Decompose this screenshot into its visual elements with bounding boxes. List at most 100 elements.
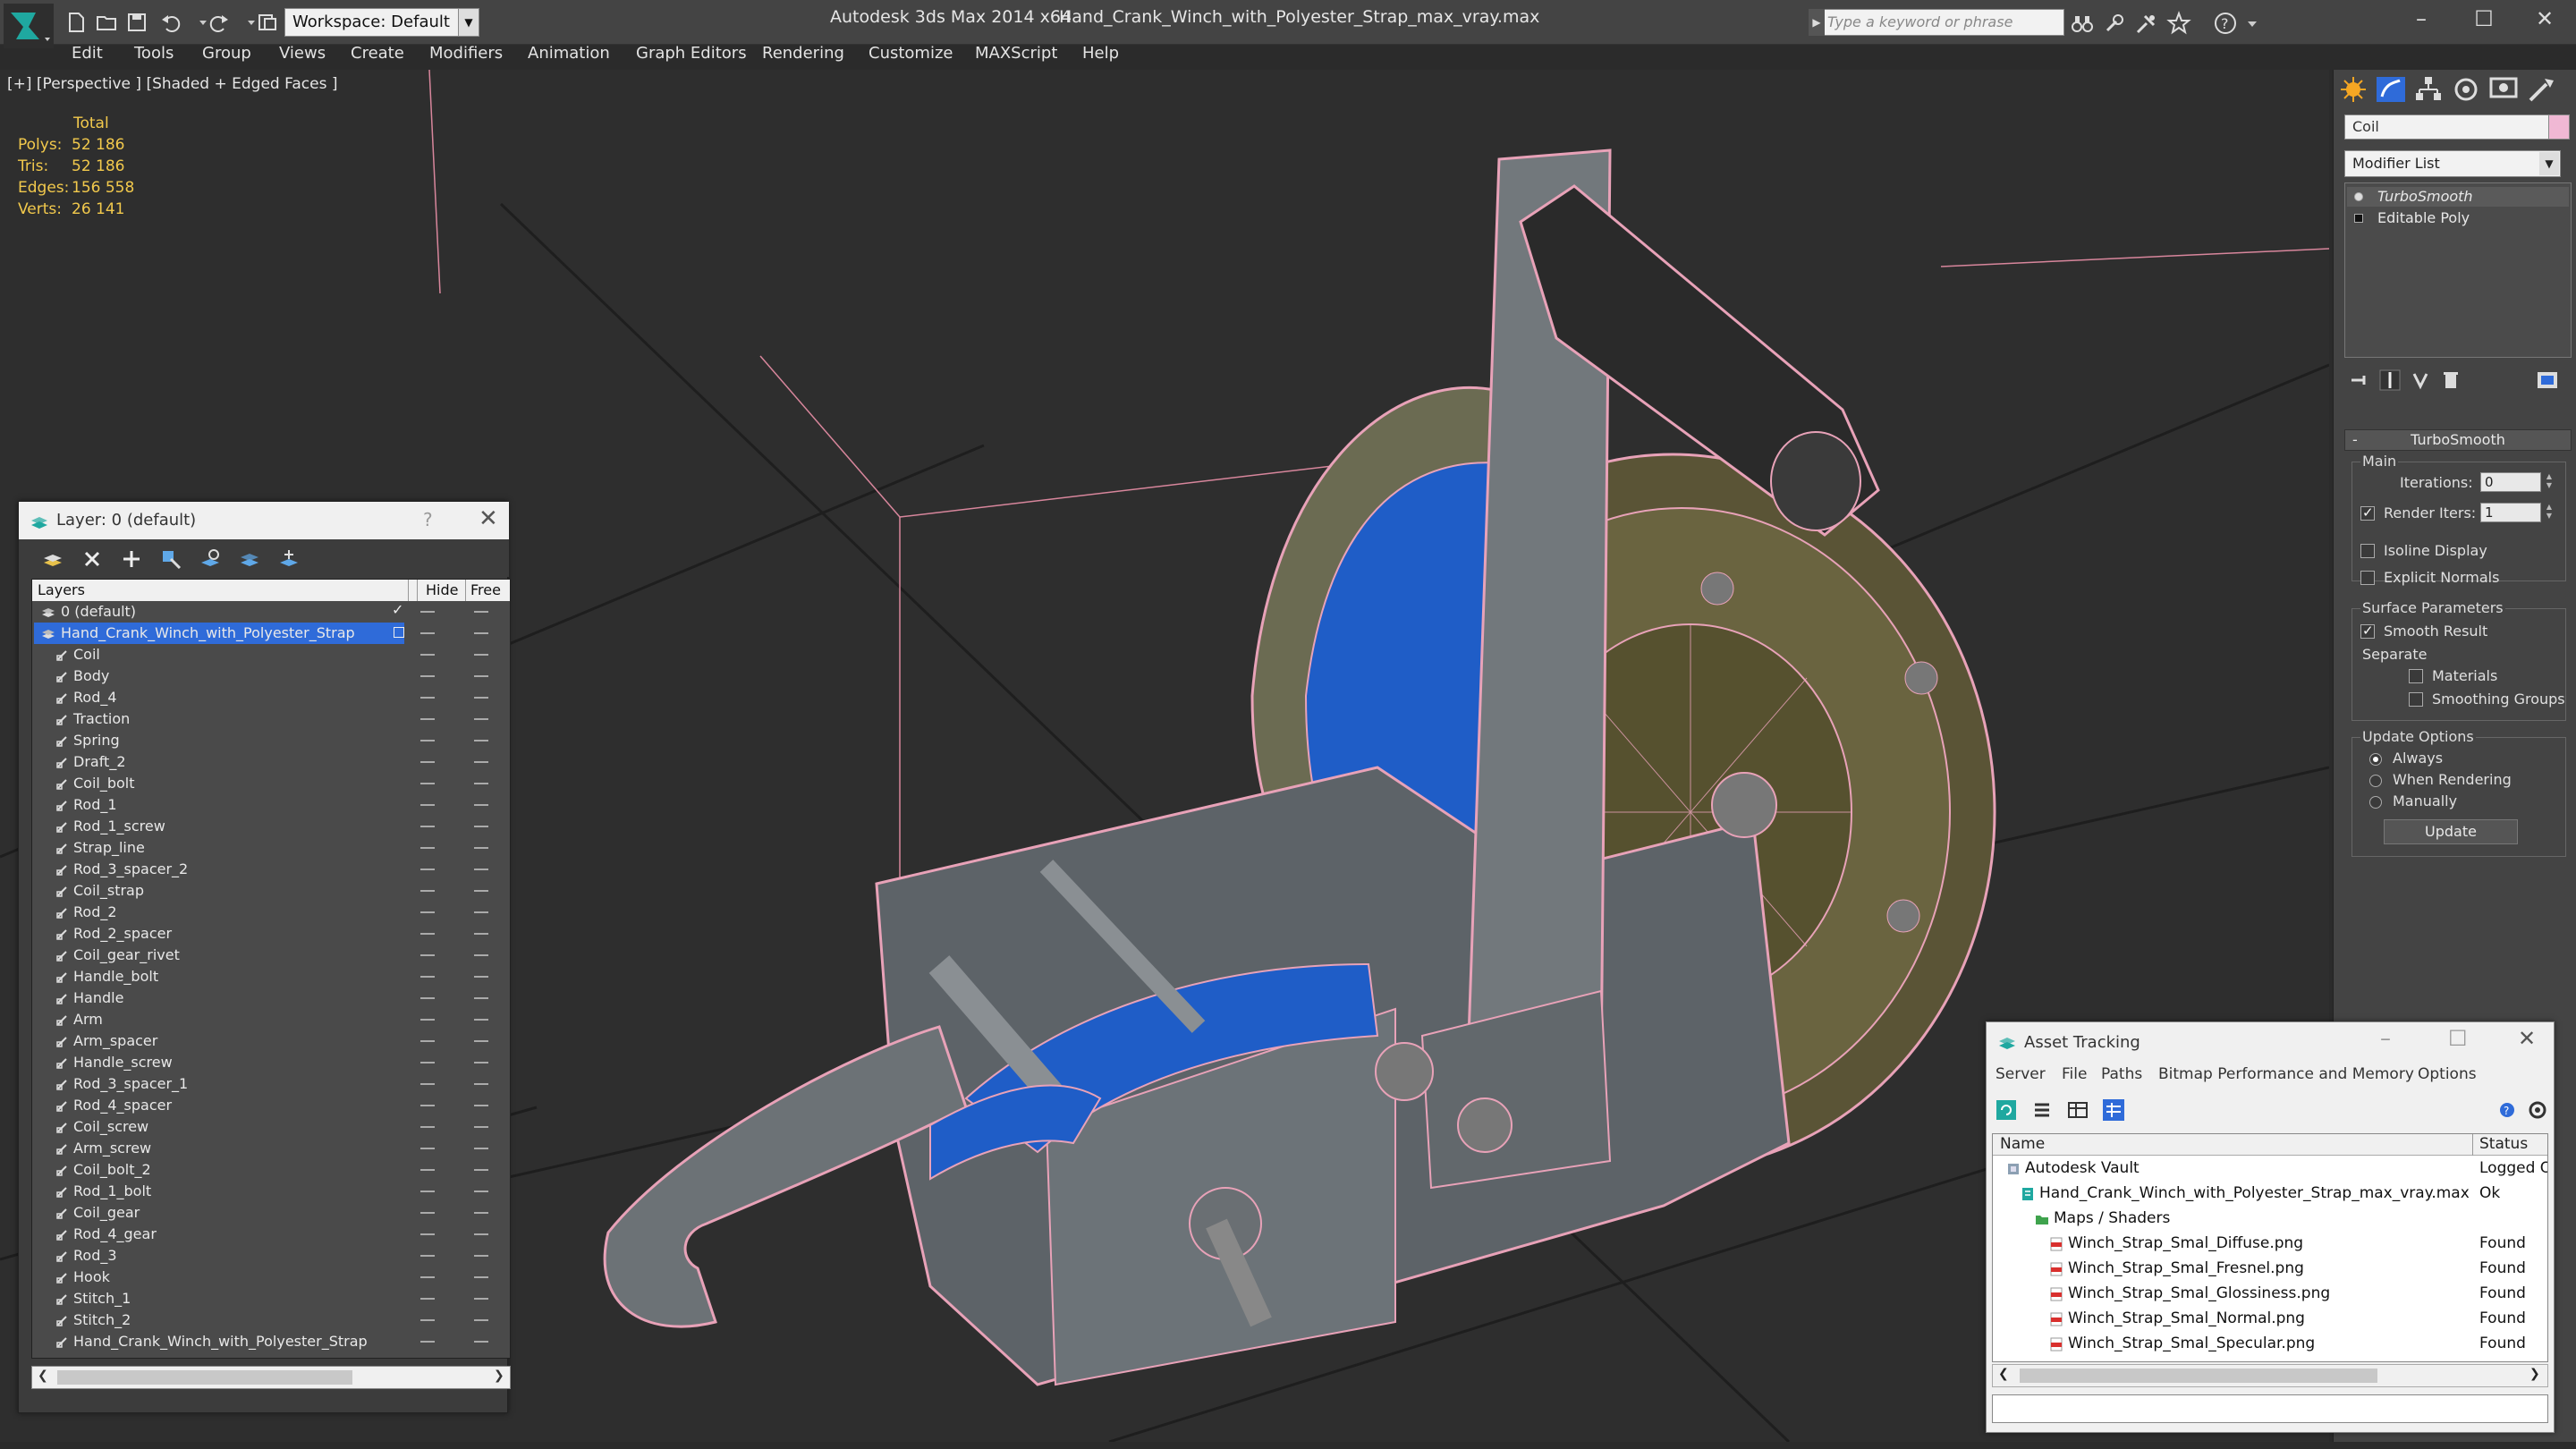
scrollbar-thumb[interactable] [57,1370,352,1385]
layer-object-row[interactable]: Draft_2 [32,751,510,773]
layer-object-row[interactable]: Rod_4_gear [32,1224,510,1245]
render-iters-checkbox[interactable] [2360,504,2375,521]
freeze-toggle[interactable] [474,911,488,913]
add-to-layer-icon[interactable] [119,547,144,572]
layer-object-row[interactable]: Strap_line [32,837,510,859]
create-layer-icon[interactable] [40,547,65,572]
refresh-icon[interactable] [1994,1097,2019,1123]
layer-object-row[interactable]: Arm_spacer [32,1030,510,1052]
workspace-dropdown[interactable]: Workspace: Default [284,8,478,37]
communication-center-icon[interactable] [2134,11,2159,36]
asset-horizontal-scrollbar[interactable]: ❮ ❯ [1992,1364,2548,1387]
layer-object-row[interactable]: Rod_3 [32,1245,510,1267]
layer-object-row[interactable]: Rod_2 [32,902,510,923]
hide-toggle[interactable] [420,1341,435,1343]
asset-row[interactable]: Winch_Strap_Smal_Fresnel.png Found [1993,1258,2547,1281]
hide-toggle[interactable] [420,1169,435,1171]
layer-object-row[interactable]: Rod_1_screw [32,816,510,837]
layer-object-row[interactable]: Spring [32,730,510,751]
layer-close-button[interactable]: ✕ [479,505,498,532]
hide-toggle[interactable] [420,1083,435,1085]
object-color-swatch[interactable] [2548,114,2570,140]
freeze-toggle[interactable] [474,1319,488,1321]
freeze-toggle[interactable] [474,1083,488,1085]
undo-icon[interactable] [159,11,182,34]
layer-object-row[interactable]: Hook [32,1267,510,1288]
freeze-toggle[interactable] [474,847,488,849]
layer-object-row[interactable]: Rod_4 [32,687,510,708]
asset-row[interactable]: Maps / Shaders [1993,1208,2547,1231]
freeze-toggle[interactable] [474,718,488,720]
freeze-toggle[interactable] [474,804,488,806]
layer-horizontal-scrollbar[interactable]: ❮ ❯ [31,1366,511,1389]
hide-toggle[interactable] [420,611,435,613]
redo-icon[interactable] [208,11,231,34]
hide-toggle[interactable] [420,1126,435,1128]
undo-dropdown-icon[interactable] [191,11,207,34]
freeze-toggle[interactable] [474,1148,488,1149]
hide-toggle[interactable] [420,804,435,806]
layer-object-row[interactable]: Rod_3_spacer_1 [32,1073,510,1095]
asset-row[interactable]: Hand_Crank_Winch_with_Polyester_Strap_ma… [1993,1182,2547,1206]
pin-stack-icon[interactable] [2346,367,2373,394]
name-column-header[interactable]: Name [2000,1135,2045,1153]
hide-toggle[interactable] [420,933,435,935]
layer-object-row[interactable]: Coil_bolt [32,773,510,794]
hierarchy-tab-icon[interactable] [2411,73,2446,106]
scroll-left-icon[interactable]: ❮ [38,1368,48,1383]
lightbulb-icon[interactable] [2354,192,2363,201]
layer-object-row[interactable]: Body [32,665,510,687]
utilities-tab-icon[interactable] [2523,73,2559,106]
hide-toggle[interactable] [420,1255,435,1257]
render-iters-spinner[interactable]: 1 [2480,503,2541,522]
freeze-toggle[interactable] [474,1019,488,1021]
hide-toggle[interactable] [420,847,435,849]
layer-object-row[interactable]: Stitch_1 [32,1288,510,1309]
materials-checkbox[interactable] [2409,669,2423,683]
binoculars-icon[interactable] [2070,11,2095,36]
object-name-field[interactable]: Coil [2344,114,2550,140]
hide-column-header[interactable]: Hide [426,581,458,598]
hide-toggle[interactable] [420,890,435,892]
freeze-toggle[interactable] [474,997,488,999]
smooth-result-checkbox[interactable] [2360,623,2375,639]
new-file-icon[interactable] [64,11,88,34]
freeze-toggle[interactable] [474,869,488,870]
menu-views[interactable]: Views [279,44,326,63]
menu-graph-editors[interactable]: Graph Editors [636,44,747,63]
select-objects-icon[interactable] [158,547,183,572]
redo-dropdown-icon[interactable] [240,11,255,34]
freeze-toggle[interactable] [474,1040,488,1042]
remove-modifier-icon[interactable] [2437,367,2464,394]
freeze-toggle[interactable] [474,1126,488,1128]
make-unique-icon[interactable] [2407,367,2434,394]
menu-modifiers[interactable]: Modifiers [429,44,503,63]
asset-menu-server[interactable]: Server [1996,1065,2046,1083]
hide-toggle[interactable] [420,1148,435,1149]
asset-maximize-button[interactable]: ☐ [2448,1026,2468,1051]
scroll-right-icon[interactable]: ❯ [2529,1367,2540,1381]
layer-object-row[interactable]: Coil_gear_rivet [32,945,510,966]
hide-toggle[interactable] [420,740,435,741]
minimize-button[interactable]: – [2392,0,2451,39]
isoline-display-checkbox[interactable] [2360,544,2375,558]
freeze-all-layers-icon[interactable] [276,547,301,572]
layer-object-row[interactable]: Coil_screw [32,1116,510,1138]
manually-radio[interactable] [2369,796,2382,809]
freeze-toggle[interactable] [474,890,488,892]
scrollbar-thumb[interactable] [2020,1368,2377,1383]
hide-toggle[interactable] [420,1062,435,1063]
asset-row[interactable]: Winch_Strap_Smal_Normal.png Found [1993,1308,2547,1331]
asset-menu-options[interactable]: Options [2418,1065,2477,1083]
freeze-column-header[interactable]: Free [470,581,501,598]
hide-toggle[interactable] [420,632,435,634]
freeze-toggle[interactable] [474,1233,488,1235]
layer-object-row[interactable]: Rod_3_spacer_2 [32,859,510,880]
freeze-toggle[interactable] [474,1298,488,1300]
hide-toggle[interactable] [420,1298,435,1300]
freeze-toggle[interactable] [474,1169,488,1171]
smoothing-groups-checkbox[interactable] [2409,692,2423,707]
freeze-toggle[interactable] [474,675,488,677]
grid-view-icon[interactable] [2101,1097,2126,1123]
spinner-arrows-icon[interactable]: ▲ ▼ [2543,472,2555,492]
